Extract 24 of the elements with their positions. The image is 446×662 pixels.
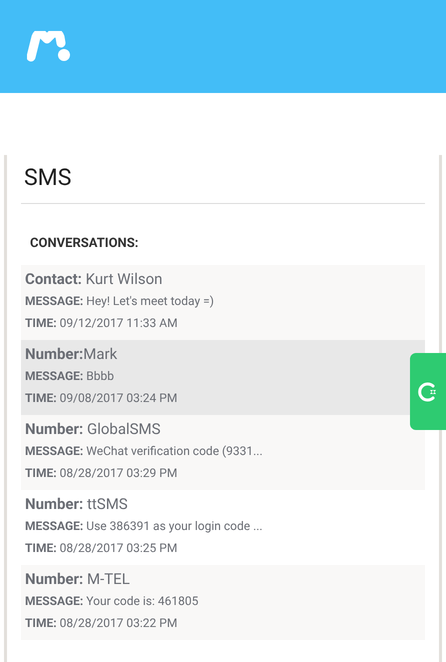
page-title: SMS [23,163,72,193]
message-text: MESSAGE: Use 386391 as your login code ... [25,518,264,535]
message-text: MESSAGE: Your code is: 461805 [25,593,200,610]
message-text: MESSAGE: Hey! Let's meet today =) [25,293,215,310]
conversation-row[interactable]: Contact: Kurt Wilson MESSAGE: Hey! Let's meet today =) TIME: 09/12/2017 11:33 AM [21,265,425,340]
contact-name: Number:Mark [25,344,118,364]
section-heading: CONVERSATIONS: [29,235,140,253]
refresh-icon [416,380,438,402]
contact-name: Contact: Kurt Wilson [25,269,164,289]
conversation-row[interactable]: Number:Mark MESSAGE: Bbbb TIME: 09/08/2017 03:24 PM [21,340,425,415]
logo-icon [27,31,71,62]
conversation-row[interactable]: Number: M-TEL MESSAGE: Your code is: 461805 TIME: 08/28/2017 03:22 PM [21,565,425,640]
time-text: TIME: 09/08/2017 03:24 PM [25,390,178,407]
time-text: TIME: 08/28/2017 03:29 PM [25,465,178,482]
contact-name: Number: GlobalSMS [25,419,162,439]
time-text: TIME: 08/28/2017 03:25 PM [25,540,178,557]
conversation-row[interactable]: Number: GlobalSMS MESSAGE: WeChat verification code (9331... TIME: 08/28/2017 03:29 PM [21,415,425,490]
time-text: TIME: 08/28/2017 03:22 PM [25,615,178,632]
message-text: MESSAGE: WeChat verification code (9331... [25,443,264,460]
message-text: MESSAGE: Bbbb [25,368,115,385]
time-text: TIME: 09/12/2017 11:33 AM [25,315,179,332]
contact-name: Number: ttSMS [25,494,129,514]
refresh-button[interactable] [410,353,446,430]
contact-name: Number: M-TEL [25,569,131,589]
